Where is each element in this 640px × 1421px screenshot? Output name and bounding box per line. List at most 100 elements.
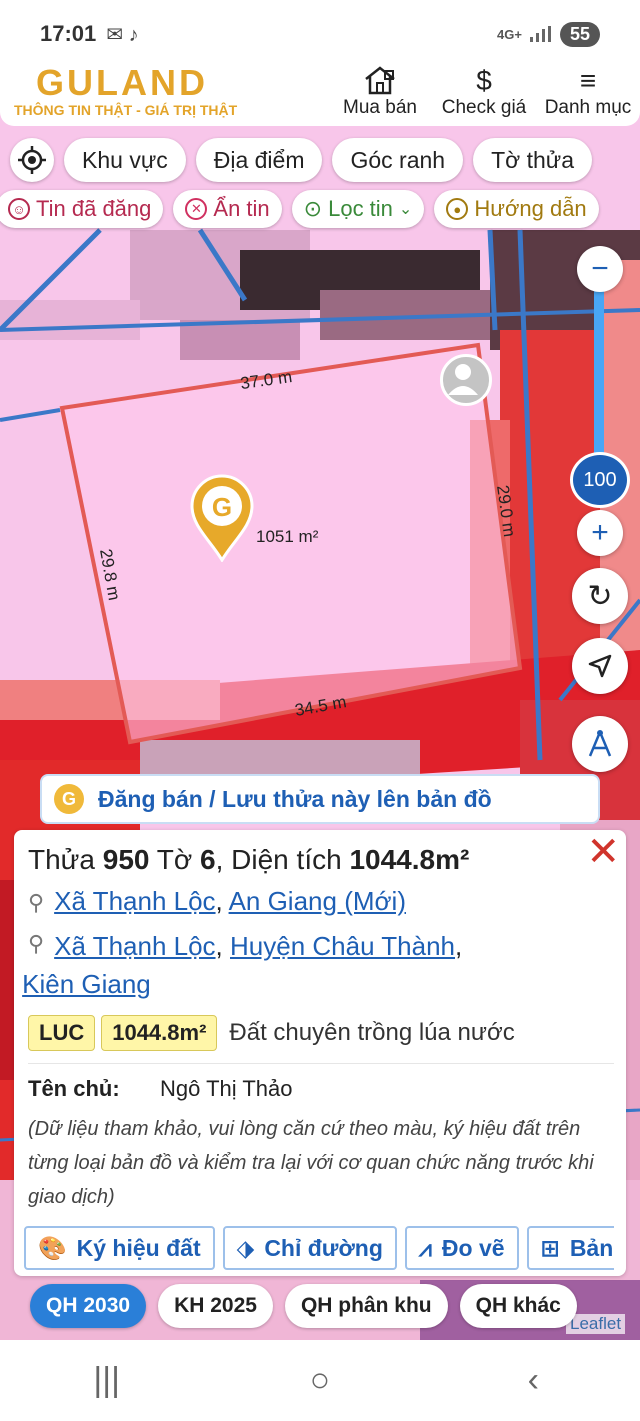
- zoom-in-button[interactable]: +: [577, 510, 623, 556]
- search-chip-row: Khu vực Địa điểm Góc ranh Tờ thửa: [0, 138, 640, 182]
- map-pin-icon: ⚲: [28, 890, 45, 915]
- refresh-button[interactable]: ↻: [572, 568, 628, 624]
- battery-indicator: 55: [559, 21, 600, 47]
- signal-icon: [529, 26, 552, 42]
- title-text: Thửa: [28, 844, 103, 875]
- address-commune-link[interactable]: Xã Thạnh Lộc: [54, 886, 215, 916]
- svg-text:G: G: [212, 492, 232, 522]
- palette-icon: 🎨: [38, 1234, 67, 1261]
- address-province-link[interactable]: Kiên Giang: [22, 969, 151, 999]
- guland-logo[interactable]: GULAND THÔNG TIN THẬT - GIÁ TRỊ THẬT: [14, 62, 238, 119]
- zoom-level-indicator[interactable]: 100: [570, 452, 630, 508]
- chip-loc-tin[interactable]: ⊙ Lọc tin ⌄: [291, 190, 425, 228]
- chip-dia-diem[interactable]: Địa điểm: [195, 138, 323, 182]
- action-label: Ký hiệu đất: [76, 1234, 201, 1261]
- address-district-link[interactable]: Huyện Châu Thành: [230, 931, 455, 961]
- address-old: ⚲ Xã Thạnh Lộc, Huyện Châu Thành, Kiên G…: [22, 931, 463, 999]
- chip-label: Ẩn tin: [213, 196, 270, 221]
- action-label: Bản: [569, 1234, 614, 1261]
- location-pin-icon: ⊙: [303, 196, 323, 221]
- measure-button[interactable]: ⩘ Đo vẽ: [404, 1226, 519, 1270]
- nav-label: Danh mục: [544, 97, 632, 118]
- parcel-area: 1044.8m²: [349, 844, 470, 875]
- system-nav-bar: ||| ○ ‹: [0, 1340, 640, 1421]
- land-area-badge: 1044.8m²: [101, 1015, 218, 1051]
- action-label: Chỉ đường: [264, 1234, 383, 1261]
- crosshair-icon: [18, 146, 46, 174]
- minus-icon: −: [591, 252, 609, 285]
- plan-qh-phan-khu[interactable]: QH phân khu: [284, 1284, 448, 1328]
- logo-slogan: THÔNG TIN THẬT - GIÁ TRỊ THẬT: [14, 102, 238, 118]
- nav-mua-ban[interactable]: Mua bán: [328, 65, 432, 119]
- zoom-out-button[interactable]: −: [577, 246, 623, 292]
- close-icon[interactable]: ✕: [586, 832, 620, 872]
- home-icon[interactable]: ○: [280, 1361, 360, 1400]
- land-symbol-button[interactable]: 🎨 Ký hiệu đất: [24, 1226, 215, 1270]
- app-header: GULAND THÔNG TIN THẬT - GIÁ TRỊ THẬT Mua…: [0, 58, 640, 126]
- measure-tool-button[interactable]: [572, 716, 628, 772]
- action-label: Đo vẽ: [441, 1234, 505, 1261]
- parcel-info-panel: ✕ Thửa 950 Tờ 6, Diện tích 1044.8m² ⚲ Xã…: [14, 830, 626, 1276]
- owner-label: Tên chủ:: [28, 1076, 120, 1101]
- plan-kh-2025[interactable]: KH 2025: [158, 1284, 273, 1328]
- status-time: 17:01: [40, 21, 97, 46]
- chip-an-tin[interactable]: ✕ Ẩn tin: [173, 190, 282, 228]
- nav-label: Mua bán: [343, 97, 417, 118]
- post-parcel-banner[interactable]: G Đăng bán / Lưu thửa này lên bản đồ: [40, 774, 600, 824]
- chip-goc-ranh[interactable]: Góc ranh: [332, 138, 464, 182]
- title-text: , Diện tích: [215, 844, 350, 875]
- compass-icon: ⩘: [418, 1234, 432, 1261]
- parcel-location-pin-icon[interactable]: G: [190, 474, 254, 562]
- owner-name: Ngô Thị Thảo: [160, 1076, 293, 1101]
- close-circle-icon: ✕: [185, 198, 208, 220]
- chip-khu-vuc[interactable]: Khu vực: [64, 138, 186, 182]
- land-code-badge: LUC: [28, 1015, 96, 1051]
- chip-label: Lọc tin: [328, 196, 393, 221]
- parcel-number: 950: [102, 844, 150, 875]
- person-icon: [448, 364, 478, 395]
- chip-huong-dan[interactable]: ● Hướng dẫn: [434, 190, 599, 228]
- map-pin-icon: ⚲: [28, 931, 45, 956]
- guland-g-icon: G: [54, 784, 84, 814]
- nav-check-gia[interactable]: $ Check giá: [432, 65, 536, 119]
- map-table-button[interactable]: ⊞ Bản: [526, 1226, 614, 1270]
- compass-icon: [588, 730, 612, 757]
- nav-label: Check giá: [441, 97, 527, 118]
- plan-layer-chips: QH 2030 KH 2025 QH phân khu QH khác: [30, 1284, 577, 1328]
- plan-qh-khac[interactable]: QH khác: [459, 1284, 577, 1328]
- land-use-row: LUC 1044.8m² Đất chuyên trồng lúa nước: [28, 1015, 614, 1064]
- land-type-text: Đất chuyên trồng lúa nước: [229, 1019, 515, 1046]
- table-icon: ⊞: [540, 1234, 560, 1261]
- plan-qh-2030[interactable]: QH 2030: [30, 1284, 147, 1328]
- chip-label: Hướng dẫn: [474, 196, 587, 221]
- filter-chip-row: ☺ Tin đã đăng ✕ Ẩn tin ⊙ Lọc tin ⌄ ● Hướ…: [0, 190, 636, 228]
- navigate-button[interactable]: [572, 638, 628, 694]
- target-icon: ●: [446, 198, 469, 220]
- parcel-title: Thửa 950 Tờ 6, Diện tích 1044.8m²: [28, 844, 614, 876]
- post-banner-text: Đăng bán / Lưu thửa này lên bản đồ: [98, 785, 492, 812]
- menu-icon: ≡: [579, 65, 597, 96]
- disclaimer-note: (Dữ liệu tham khảo, vui lòng căn cứ theo…: [28, 1118, 594, 1208]
- address-new: ⚲ Xã Thạnh Lộc, An Giang (Mới): [28, 886, 406, 916]
- back-icon[interactable]: ‹: [493, 1361, 573, 1400]
- status-right: 4G+ 55: [497, 21, 600, 47]
- locate-me-button[interactable]: [10, 138, 54, 182]
- logo-wordmark: GULAND: [36, 62, 208, 103]
- address-commune-link[interactable]: Xã Thạnh Lộc: [54, 931, 215, 961]
- directions-button[interactable]: ⬗ Chỉ đường: [222, 1226, 397, 1270]
- house-icon: [363, 65, 397, 97]
- recent-apps-icon[interactable]: |||: [67, 1361, 147, 1400]
- nav-danh-muc[interactable]: ≡ Danh mục: [536, 65, 640, 119]
- chip-to-thua[interactable]: Tờ thửa: [473, 138, 592, 182]
- chip-tin-da-dang[interactable]: ☺ Tin đã đăng: [0, 190, 164, 228]
- header-nav: Mua bán $ Check giá ≡ Danh mục: [328, 65, 640, 119]
- plus-icon: +: [591, 516, 609, 549]
- zoom-slider-track[interactable]: [594, 272, 604, 472]
- title-text: Tờ: [149, 844, 201, 875]
- network-type: 4G+: [497, 26, 522, 42]
- address-province-link[interactable]: An Giang (Mới): [229, 886, 406, 916]
- chip-label: Tin đã đăng: [36, 196, 152, 221]
- chevron-down-icon: ⌄: [398, 201, 413, 218]
- user-avatar-marker[interactable]: [440, 354, 492, 406]
- parcel-action-row: 🎨 Ký hiệu đất ⬗ Chỉ đường ⩘ Đo vẽ ⊞ Bản: [24, 1226, 614, 1270]
